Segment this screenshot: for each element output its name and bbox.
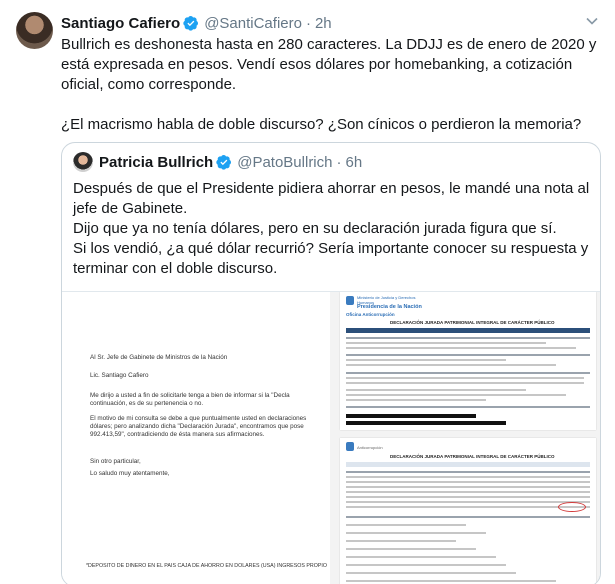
letter-footnote: *DEPOSITO DE DINERO EN EL PAIS CAJA DE A…	[86, 563, 327, 569]
redaction-bar	[346, 414, 476, 418]
table-rule	[346, 471, 590, 473]
table-row	[346, 564, 506, 566]
author-handle[interactable]: @SantiCafiero	[204, 15, 302, 32]
table-row	[346, 532, 486, 534]
separator-dot: ·	[305, 14, 311, 32]
section-header	[346, 328, 590, 333]
table-row	[346, 481, 590, 483]
author-name[interactable]: Santiago Cafiero	[61, 15, 180, 32]
table-row	[346, 486, 590, 488]
quoted-author-name: Patricia Bullrich	[99, 153, 214, 171]
letter-body-line: 992.413,59", contradiciendo de ésta mane…	[90, 431, 265, 438]
tweet-paragraph: Bullrich es deshonesta hasta en 280 cara…	[61, 36, 597, 93]
quoted-author-handle: @PatoBullrich	[237, 153, 333, 171]
table-row	[346, 496, 590, 498]
tweet[interactable]: Santiago Cafiero @SantiCafiero · 2h Bull…	[0, 0, 615, 584]
table-row	[346, 580, 556, 582]
government-seal-icon	[346, 296, 354, 305]
tweet-timestamp[interactable]: 2h	[315, 15, 332, 32]
section-header	[346, 462, 590, 467]
highlight-circle	[558, 502, 586, 512]
verified-badge-icon	[183, 16, 199, 31]
table-row	[346, 382, 584, 384]
table-row	[346, 491, 590, 493]
quoted-line: Después de que el Presidente pidiera aho…	[73, 180, 590, 217]
letter-body-line: El motivo de mi consulta se debe a que p…	[90, 415, 307, 422]
quoted-author-avatar	[73, 152, 93, 172]
letter-closing: Lo saludo muy atentamente,	[90, 470, 170, 477]
verified-badge-icon	[216, 155, 232, 170]
quoted-timestamp: 6h	[345, 153, 363, 171]
table-rule	[346, 406, 590, 408]
table-row	[346, 342, 546, 344]
table-rule	[346, 354, 590, 356]
office-name: Oficina Anticorrupción	[346, 312, 395, 317]
letter-addressee: Al Sr. Jefe de Gabinete de Ministros de …	[90, 354, 228, 361]
table-row	[346, 540, 456, 542]
letter-body-line: dólares; pero analizando dicha "Declarac…	[90, 423, 304, 430]
office-stamp: Anticorrupción	[357, 445, 383, 450]
table-row	[346, 394, 566, 396]
quoted-line: Si los vendió, ¿a qué dólar recurrió? Se…	[73, 240, 589, 277]
chevron-down-icon[interactable]	[585, 14, 599, 28]
table-row	[346, 501, 590, 503]
tweet-header: Santiago Cafiero @SantiCafiero · 2h	[61, 12, 332, 34]
quoted-media: Al Sr. Jefe de Gabinete de Ministros de …	[62, 291, 600, 584]
tweet-paragraph: ¿El macrismo habla de doble discurso? ¿S…	[61, 116, 582, 133]
declaration-title: DECLARACIÓN JURADA PATRIMONIAL INTEGRAL …	[390, 320, 555, 325]
table-row	[346, 364, 556, 366]
table-rule	[346, 516, 590, 518]
quoted-line: Dijo que ya no tenía dólares, pero en su…	[73, 220, 557, 237]
declaration-page: Ministerio de Justicia y Derechos Humano…	[340, 292, 596, 430]
letter-body-line: Me dirijo a usted a fin de solicitarle t…	[90, 392, 290, 399]
redaction-bar	[346, 421, 506, 425]
table-row	[346, 389, 526, 391]
table-rule	[346, 337, 590, 339]
letter-closing: Sin otro particular,	[90, 458, 141, 465]
table-row	[346, 556, 496, 558]
declaration-page: Anticorrupción DECLARACIÓN JURADA PATRIM…	[340, 438, 596, 584]
quoted-tweet-text: Después de que el Presidente pidiera aho…	[73, 179, 593, 279]
table-row	[346, 359, 506, 361]
table-row	[346, 572, 516, 574]
table-row	[346, 399, 486, 401]
quoted-tweet-header: Patricia Bullrich @PatoBullrich · 6h	[73, 152, 362, 172]
sworn-declaration-image[interactable]: Ministerio de Justicia y Derechos Humano…	[330, 292, 600, 584]
table-row	[346, 476, 590, 478]
table-rule	[346, 372, 590, 374]
table-row	[346, 548, 476, 550]
tweet-text: Bullrich es deshonesta hasta en 280 cara…	[61, 35, 601, 135]
government-seal-icon	[346, 442, 354, 451]
letter-image[interactable]: Al Sr. Jefe de Gabinete de Ministros de …	[62, 292, 330, 584]
table-row	[346, 347, 576, 349]
table-row	[346, 524, 466, 526]
letter-body-line: continuación, es de su pertenencia o no.	[90, 400, 204, 407]
quoted-tweet[interactable]: Patricia Bullrich @PatoBullrich · 6h Des…	[61, 142, 601, 584]
table-row	[346, 377, 584, 379]
table-row	[346, 506, 590, 508]
declaration-title: DECLARACIÓN JURADA PATRIMONIAL INTEGRAL …	[390, 454, 555, 459]
letter-addressee-name: Lic. Santiago Cafiero	[90, 372, 149, 379]
separator-dot: ·	[336, 153, 342, 171]
author-avatar[interactable]	[16, 12, 53, 49]
presidency-name: Presidencia de la Nación	[357, 304, 422, 310]
